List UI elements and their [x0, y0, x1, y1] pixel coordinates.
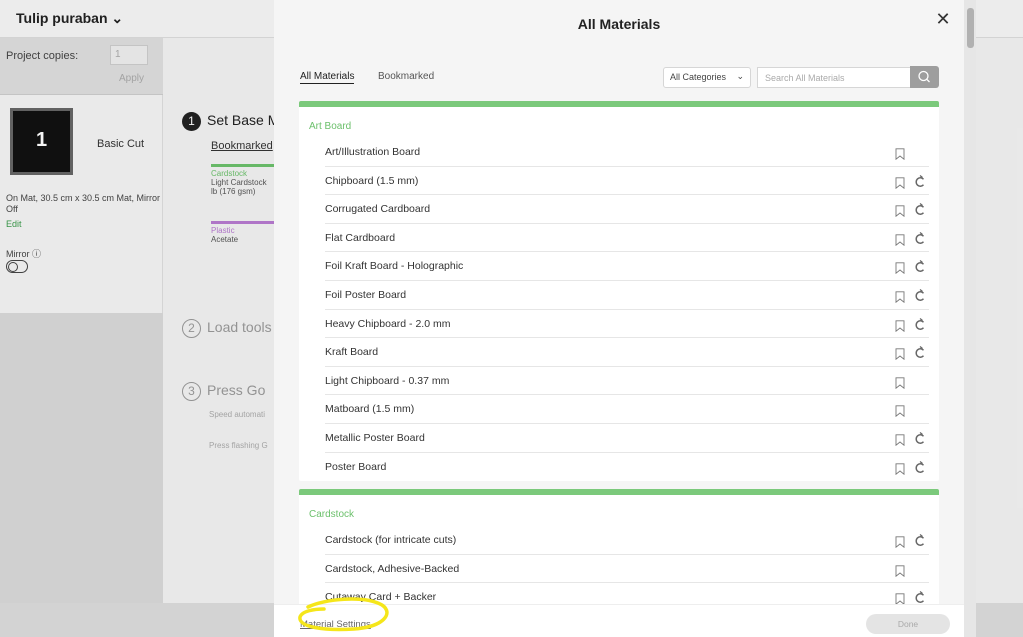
modal-title: All Materials [577, 16, 661, 32]
material-label: Heavy Chipboard - 2.0 mm [325, 317, 451, 330]
material-row[interactable]: Corrugated Cardboard [325, 195, 929, 224]
cricut-material-icon [914, 202, 926, 216]
search-button[interactable] [910, 66, 939, 88]
highlight-annotation [298, 597, 389, 632]
material-row[interactable]: Art/Illustration Board [325, 138, 929, 167]
section-title: Cardstock [309, 509, 355, 521]
bookmark-icon[interactable] [895, 347, 905, 361]
bookmark-icon[interactable] [895, 233, 905, 246]
cricut-material-icon [914, 259, 926, 273]
material-label: Flat Cardboard [325, 231, 396, 244]
cricut-material-icon [914, 460, 926, 474]
material-label: Metallic Poster Board [325, 431, 425, 444]
bookmark-icon[interactable] [895, 535, 905, 549]
material-row[interactable]: Heavy Chipboard - 2.0 mm [325, 310, 929, 339]
cricut-material-icon [914, 345, 926, 359]
material-row[interactable]: Cardstock, Adhesive-Backed [325, 555, 929, 584]
material-section: Cardstock Cardstock (for intricate cuts) C… [299, 489, 939, 604]
bookmark-icon[interactable] [895, 319, 905, 332]
material-section: Art Board Art/Illustration Board Chipboard… [299, 101, 939, 482]
tab-all-materials[interactable]: All Materials [300, 71, 355, 84]
bookmark-icon[interactable] [895, 204, 905, 218]
search-icon [918, 70, 930, 83]
material-row[interactable]: Light Chipboard - 0.37 mm [325, 367, 929, 396]
bookmark-icon[interactable] [895, 261, 905, 275]
cricut-material-icon [914, 231, 926, 245]
close-icon[interactable]: ✕ [933, 9, 953, 29]
search-input[interactable] [757, 67, 911, 88]
material-row[interactable]: Foil Kraft Board - Holographic [325, 252, 929, 281]
cricut-material-icon [914, 590, 926, 604]
material-row[interactable]: Poster Board [325, 453, 929, 482]
bookmark-icon[interactable] [895, 404, 905, 418]
cricut-material-icon [914, 288, 926, 302]
bookmark-icon[interactable] [895, 376, 905, 389]
material-label: Matboard (1.5 mm) [325, 403, 415, 416]
material-row[interactable]: Metallic Poster Board [325, 424, 929, 453]
material-label: Chipboard (1.5 mm) [325, 174, 419, 187]
bookmark-icon[interactable] [895, 462, 905, 475]
material-label: Cardstock, Adhesive-Backed [325, 562, 460, 575]
material-row[interactable]: Foil Poster Board [325, 281, 929, 310]
material-row[interactable]: Kraft Board [325, 338, 929, 367]
bookmark-icon[interactable] [895, 433, 905, 447]
bookmark-icon[interactable] [895, 147, 905, 161]
material-row[interactable]: Flat Cardboard [325, 224, 929, 253]
material-label: Foil Kraft Board - Holographic [325, 260, 464, 273]
cricut-material-icon [914, 174, 926, 188]
material-label: Foil Poster Board [325, 288, 407, 301]
chevron-down-icon: ⌄ [736, 71, 744, 81]
material-row[interactable]: Cutaway Card + Backer [325, 583, 929, 604]
material-row[interactable]: Cardstock (for intricate cuts) [325, 526, 929, 555]
bookmark-icon[interactable] [895, 564, 905, 577]
materials-list: Art Board Art/Illustration Board Chipboard… [299, 101, 939, 604]
material-row[interactable]: Chipboard (1.5 mm) [325, 167, 929, 196]
cricut-material-icon [914, 431, 926, 445]
cricut-material-icon [914, 533, 926, 547]
all-materials-modal: All Materials ✕ All Materials Bookmarked… [274, 0, 964, 637]
tab-bookmarked[interactable]: Bookmarked [378, 71, 434, 82]
section-title: Art Board [309, 121, 352, 132]
material-label: Art/Illustration Board [325, 146, 421, 158]
bookmark-icon[interactable] [895, 290, 905, 304]
material-label: Light Chipboard - 0.37 mm [325, 374, 450, 387]
cricut-material-icon [914, 317, 926, 331]
material-label: Cardstock (for intricate cuts) [325, 534, 457, 547]
bookmark-icon[interactable] [895, 592, 905, 604]
material-row[interactable]: Matboard (1.5 mm) [325, 395, 929, 424]
category-select[interactable]: All Categories ⌄ [663, 67, 751, 88]
done-button[interactable]: Done [866, 614, 950, 634]
material-label: Corrugated Cardboard [325, 203, 431, 216]
material-label: Poster Board [325, 460, 387, 473]
bookmark-icon[interactable] [895, 176, 905, 189]
material-label: Kraft Board [325, 346, 379, 359]
category-select-value: All Categories [670, 72, 727, 82]
